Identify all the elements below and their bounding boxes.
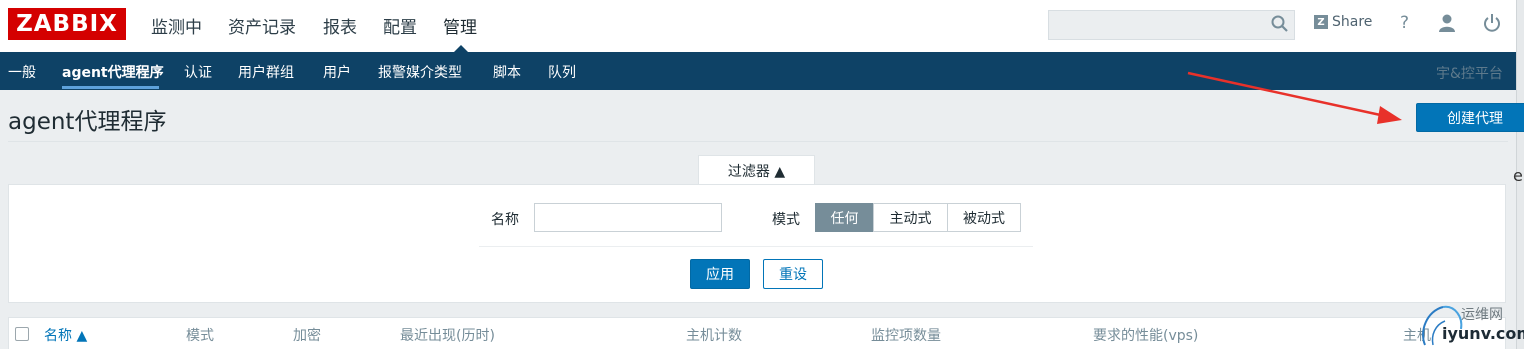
help-icon[interactable]: ? (1400, 13, 1409, 33)
column-mode: 模式 (186, 328, 214, 344)
select-all-checkbox[interactable] (15, 327, 29, 341)
share-button[interactable]: Z Share (1314, 14, 1372, 30)
subnav-users[interactable]: 用户 (323, 62, 351, 82)
subnav-media-types[interactable]: 报警媒介类型 (378, 62, 462, 82)
column-required-performance: 要求的性能(vps) (1093, 328, 1199, 344)
active-subnav-underline (62, 86, 159, 89)
nav-configuration[interactable]: 配置 (383, 13, 417, 38)
share-icon: Z (1314, 15, 1328, 29)
mode-any-option[interactable]: 任何 (815, 203, 874, 232)
nav-inventory[interactable]: 资产记录 (228, 13, 296, 38)
column-encryption: 加密 (293, 328, 321, 344)
proxy-table (8, 317, 1506, 349)
zabbix-logo[interactable]: ZABBIX (8, 8, 126, 40)
search-icon[interactable] (1271, 15, 1289, 33)
watermark-domain: iyunv.com (1442, 324, 1524, 343)
edge-text: e (1513, 166, 1523, 185)
subnav-queue[interactable]: 队列 (548, 62, 576, 82)
watermark-site-name: 运维网 (1461, 307, 1503, 323)
header-divider (8, 141, 1508, 142)
power-icon[interactable] (1482, 13, 1502, 33)
column-host-count: 主机计数 (686, 328, 742, 344)
mode-active-option[interactable]: 主动式 (873, 203, 948, 232)
column-name[interactable]: 名称 ▲ (44, 325, 87, 345)
column-item-count: 监控项数量 (871, 328, 941, 344)
mode-passive-option[interactable]: 被动式 (947, 203, 1021, 232)
subnav-user-groups[interactable]: 用户群组 (238, 62, 294, 82)
name-filter-input[interactable] (534, 203, 722, 232)
page-title: agent代理程序 (8, 109, 167, 135)
apply-button[interactable]: 应用 (690, 259, 750, 289)
top-header: ZABBIX 监测中 资产记录 报表 配置 管理 Z Share ? (0, 0, 1516, 52)
create-proxy-button[interactable]: 创建代理 (1416, 103, 1524, 132)
subnav-general[interactable]: 一般 (8, 62, 36, 82)
mode-filter-label: 模式 (772, 212, 800, 228)
user-icon[interactable] (1437, 13, 1457, 33)
name-filter-label: 名称 (491, 212, 519, 228)
brand-text: 宇&控平台 (1436, 66, 1503, 82)
active-nav-indicator (454, 45, 468, 52)
column-last-seen: 最近出现(历时) (400, 328, 495, 344)
share-label: Share (1332, 14, 1373, 30)
nav-reports[interactable]: 报表 (323, 13, 357, 38)
subnav-authentication[interactable]: 认证 (184, 62, 212, 82)
search-input[interactable] (1048, 10, 1295, 40)
reset-button[interactable]: 重设 (763, 259, 823, 289)
nav-administration[interactable]: 管理 (443, 13, 477, 38)
filter-divider (479, 246, 1033, 247)
filter-panel (8, 184, 1506, 303)
filter-tab[interactable]: 过滤器 ▲ (698, 155, 815, 185)
nav-monitoring[interactable]: 监测中 (151, 13, 202, 38)
sub-navigation: 一般 agent代理程序 认证 用户群组 用户 报警媒介类型 脚本 队列 宇&控… (0, 52, 1516, 90)
subnav-scripts[interactable]: 脚本 (493, 62, 521, 82)
subnav-proxies[interactable]: agent代理程序 (62, 62, 164, 82)
